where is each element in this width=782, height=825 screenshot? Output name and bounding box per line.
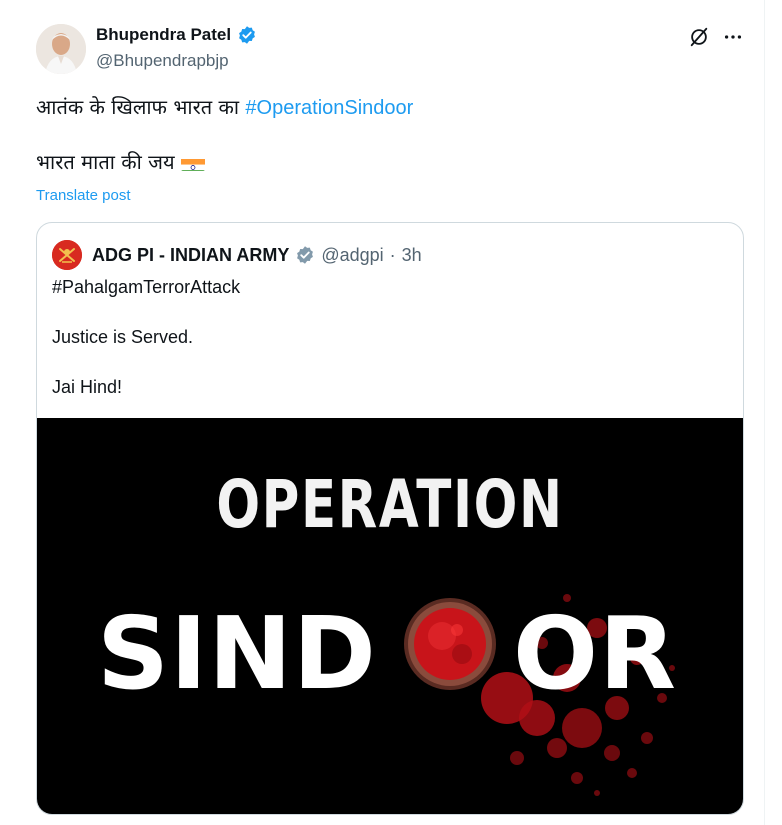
translate-post-link[interactable]: Translate post [36,187,131,204]
quoted-line-2: Justice is Served. [52,327,194,347]
quoted-hashtag: #PahalgamTerrorAttack [52,277,241,297]
gray-verified-badge-icon [295,245,315,265]
author-name-row: Bhupendra Patel [96,25,257,45]
quoted-display-name: ADG PI - INDIAN ARMY [92,244,290,265]
army-logo-icon[interactable] [52,240,82,270]
grok-icon[interactable] [686,24,712,50]
tweet-text: आतंक के खिलाफ भारत का #OperationSindoor … [36,92,736,177]
quoted-line-3: Jai Hind! [52,377,123,397]
india-flag-icon [180,154,205,171]
sindoor-left-part: SIND [97,595,377,712]
sindoor-word: SIND OR [97,595,676,712]
verified-badge-icon[interactable] [237,25,257,45]
operation-sindoor-image[interactable]: OPERATION SIND OR [37,418,743,814]
avatar[interactable] [36,24,86,74]
quoted-timestamp: 3h [401,244,422,265]
tweet-line-2: भारत माता की जय [36,147,736,177]
tweet-line-1: आतंक के खिलाफ भारत का #OperationSindoor [36,92,736,123]
tweet-line-2-text: भारत माता की जय [36,150,175,174]
quoted-handle: @adgpi [321,244,384,265]
quoted-tweet[interactable]: ADG PI - INDIAN ARMY @adgpi · 3h #Pahalg… [36,222,744,815]
separator-dot: · [389,244,396,265]
sindoor-right-part: OR [513,595,678,712]
author-display-name[interactable]: Bhupendra Patel [96,25,231,45]
more-icon[interactable] [720,24,746,50]
quoted-author-row: ADG PI - INDIAN ARMY @adgpi · 3h [52,240,422,270]
author-handle[interactable]: @Bhupendrapbjp [96,51,229,71]
quoted-text: #PahalgamTerrorAttack Justice is Served.… [52,275,240,399]
avatar-portrait [36,24,86,74]
operation-word: OPERATION [216,466,564,543]
hashtag-link[interactable]: #OperationSindoor [245,97,413,119]
tweet-line-1-text: आतंक के खिलाफ भारत का [36,95,246,119]
